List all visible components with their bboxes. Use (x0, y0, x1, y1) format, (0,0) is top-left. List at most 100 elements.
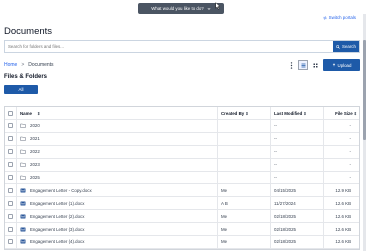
header-last-modified[interactable]: Last Modified ⇕ (271, 107, 324, 119)
mouse-pointer-icon (215, 2, 221, 10)
header-name[interactable]: Name ⇕ (17, 107, 218, 119)
name-cell[interactable]: 2023 (17, 158, 218, 171)
table-row[interactable]: Engagement Letter - Copy.docx Me 04/15/202… (5, 184, 361, 198)
header-file-size[interactable]: File Size ⇕ (324, 107, 361, 119)
table-row[interactable]: Engagement Letter (4).docx Me 02/18/2025 12… (5, 236, 359, 249)
tab-all[interactable]: All (4, 85, 38, 94)
chevron-down-icon (207, 7, 211, 10)
table-row[interactable]: 2023 -- - (5, 158, 361, 172)
name-cell[interactable]: Engagement Letter - Copy.docx (17, 184, 218, 197)
last-modified-cell: 04/15/2025 (271, 184, 324, 197)
table-header-row: Name ⇕ Created By ⇕ Last Modified ⇕ File… (5, 107, 359, 120)
file-size-value: - (349, 123, 351, 129)
more-options-icon[interactable] (290, 62, 293, 69)
row-checkbox[interactable] (8, 162, 13, 168)
search-button[interactable]: Search (333, 41, 359, 52)
folder-icon (20, 149, 26, 154)
row-checkbox[interactable] (8, 123, 13, 129)
item-name[interactable]: Engagement Letter (3).docx (30, 227, 84, 232)
list-view-button[interactable] (298, 60, 308, 70)
file-size-cell: - (324, 120, 361, 132)
table-row[interactable]: 2021 -- - (5, 132, 361, 146)
word-doc-icon (20, 227, 26, 232)
table-row[interactable]: 2025 -- - (5, 171, 359, 185)
last-modified-cell: -- (271, 120, 324, 132)
switch-portals-link[interactable]: Switch portals (322, 15, 356, 20)
last-modified-value: -- (274, 123, 277, 129)
row-checkbox[interactable] (8, 239, 13, 245)
item-name[interactable]: 2025 (30, 175, 40, 180)
name-cell[interactable]: 2020 (17, 120, 218, 132)
command-prompt-button[interactable]: What would you like to do? (138, 3, 224, 14)
search-input[interactable] (5, 41, 333, 52)
last-modified-value: -- (274, 136, 277, 142)
last-modified-cell: 11/27/2024 (271, 197, 324, 210)
created-by-cell (218, 171, 271, 184)
row-checkbox[interactable] (8, 226, 13, 232)
file-size-cell: 12.6 KB (324, 223, 361, 235)
file-size-value: 12.6 KB (335, 200, 351, 206)
created-by-cell: A B (218, 197, 271, 210)
table-row[interactable]: Engagement Letter (3).docx Me 02/18/2025 12… (5, 223, 361, 237)
row-select-cell (5, 184, 17, 197)
item-name[interactable]: 2021 (30, 136, 40, 141)
row-checkbox[interactable] (8, 200, 13, 206)
created-by-cell: Me (218, 184, 271, 197)
row-select-cell (5, 120, 17, 132)
upload-button[interactable]: Upload (323, 59, 360, 71)
item-name[interactable]: Engagement Letter (2).docx (30, 214, 84, 219)
name-cell[interactable]: Engagement Letter (3).docx (17, 223, 218, 236)
file-size-cell: - (324, 133, 361, 145)
item-name[interactable]: 2022 (30, 149, 40, 154)
last-modified-value: -- (274, 149, 277, 155)
name-cell[interactable]: Engagement Letter (2).docx (17, 210, 218, 223)
table-row[interactable]: 2020 -- - (5, 120, 359, 133)
name-cell[interactable]: Engagement Letter (1).docx (17, 197, 218, 210)
item-name[interactable]: Engagement Letter (1).docx (30, 201, 84, 206)
row-select-cell (5, 197, 17, 210)
table-row[interactable]: 2022 -- - (5, 145, 359, 159)
row-checkbox[interactable] (8, 175, 13, 180)
row-checkbox[interactable] (8, 187, 13, 193)
name-cell[interactable]: Engagement Letter (4).docx (17, 236, 218, 248)
item-name[interactable]: Engagement Letter - Copy.docx (30, 188, 92, 193)
row-checkbox[interactable] (8, 213, 13, 219)
item-name[interactable]: Engagement Letter (4).docx (30, 239, 84, 244)
folder-icon (20, 137, 26, 142)
row-checkbox[interactable] (8, 136, 13, 142)
list-view-icon (301, 63, 305, 67)
select-all-checkbox[interactable] (8, 110, 13, 116)
created-by-cell: Me (218, 210, 271, 223)
breadcrumb-current: Documents (28, 62, 54, 68)
breadcrumb-home[interactable]: Home (4, 62, 17, 68)
created-by-cell (218, 158, 271, 171)
name-cell[interactable]: 2025 (17, 171, 218, 184)
last-modified-cell: -- (271, 171, 324, 184)
table-row[interactable]: Engagement Letter (2).docx Me 02/18/2025 12… (5, 210, 359, 224)
file-size-value: - (349, 162, 351, 168)
grid-view-button[interactable] (310, 60, 320, 70)
header-name-label: Name (20, 110, 32, 116)
created-by-cell: Me (218, 236, 271, 248)
grid-view-icon (313, 63, 317, 67)
file-size-cell: - (324, 159, 361, 171)
select-all-cell (5, 107, 17, 119)
word-doc-icon (20, 214, 26, 219)
name-cell[interactable]: 2022 (17, 145, 218, 158)
last-modified-cell: -- (271, 132, 324, 145)
file-size-cell: 12.6 KB (324, 236, 361, 248)
row-select-cell (5, 132, 17, 145)
row-select-cell (5, 236, 17, 248)
file-size-cell: 12.9 KB (324, 184, 361, 196)
item-name[interactable]: 2023 (30, 162, 40, 167)
header-created-by[interactable]: Created By ⇕ (218, 107, 271, 119)
row-checkbox[interactable] (8, 149, 13, 155)
created-by-cell (218, 132, 271, 145)
item-name[interactable]: 2020 (30, 123, 40, 128)
last-modified-value: -- (274, 175, 277, 180)
table-row[interactable]: Engagement Letter (1).docx A B 11/27/2024 1… (5, 197, 359, 211)
command-prompt-label: What would you like to do? (151, 6, 204, 11)
name-cell[interactable]: 2021 (17, 132, 218, 145)
sort-icon: ⇕ (36, 110, 41, 116)
upload-button-label: Upload (337, 62, 352, 68)
